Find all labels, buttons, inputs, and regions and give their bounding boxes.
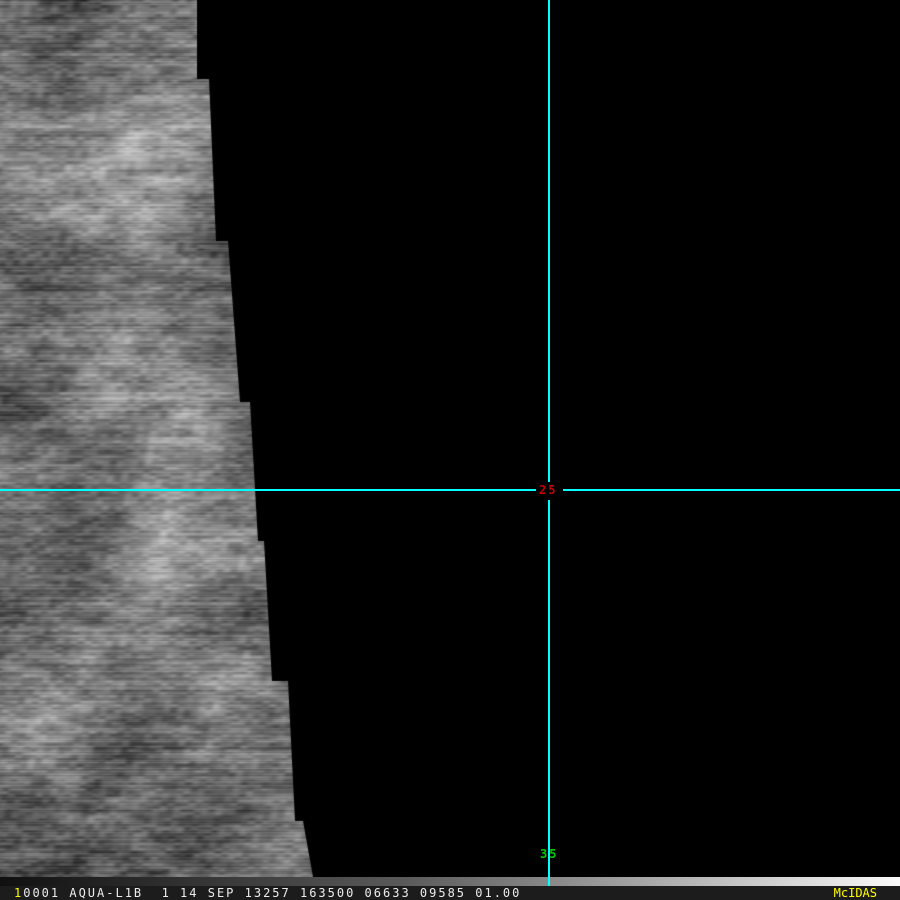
status-info-text: 0001 AQUA-L1B 1 14 SEP 13257 163500 0663… xyxy=(23,886,522,900)
mcidas-image-window: 25 35 10001 AQUA-L1B 1 14 SEP 13257 1635… xyxy=(0,0,900,900)
crosshair-horizontal-line-right xyxy=(563,489,900,491)
status-left-group: 10001 AQUA-L1B 1 14 SEP 13257 163500 066… xyxy=(14,886,521,900)
grayscale-enhancement-wedge xyxy=(0,877,900,886)
cursor-latitude-label-25: 25 xyxy=(539,483,558,497)
latitude-label-35: 35 xyxy=(540,847,559,861)
crosshair-vertical-line-bottom xyxy=(548,500,550,886)
mcidas-brand: McIDAS xyxy=(833,886,877,900)
satellite-image[interactable] xyxy=(0,0,340,877)
crosshair-vertical-line-top xyxy=(548,0,550,482)
frame-number: 1 xyxy=(14,886,24,900)
status-bar: 10001 AQUA-L1B 1 14 SEP 13257 163500 066… xyxy=(0,886,900,900)
crosshair-horizontal-line-left xyxy=(0,489,536,491)
